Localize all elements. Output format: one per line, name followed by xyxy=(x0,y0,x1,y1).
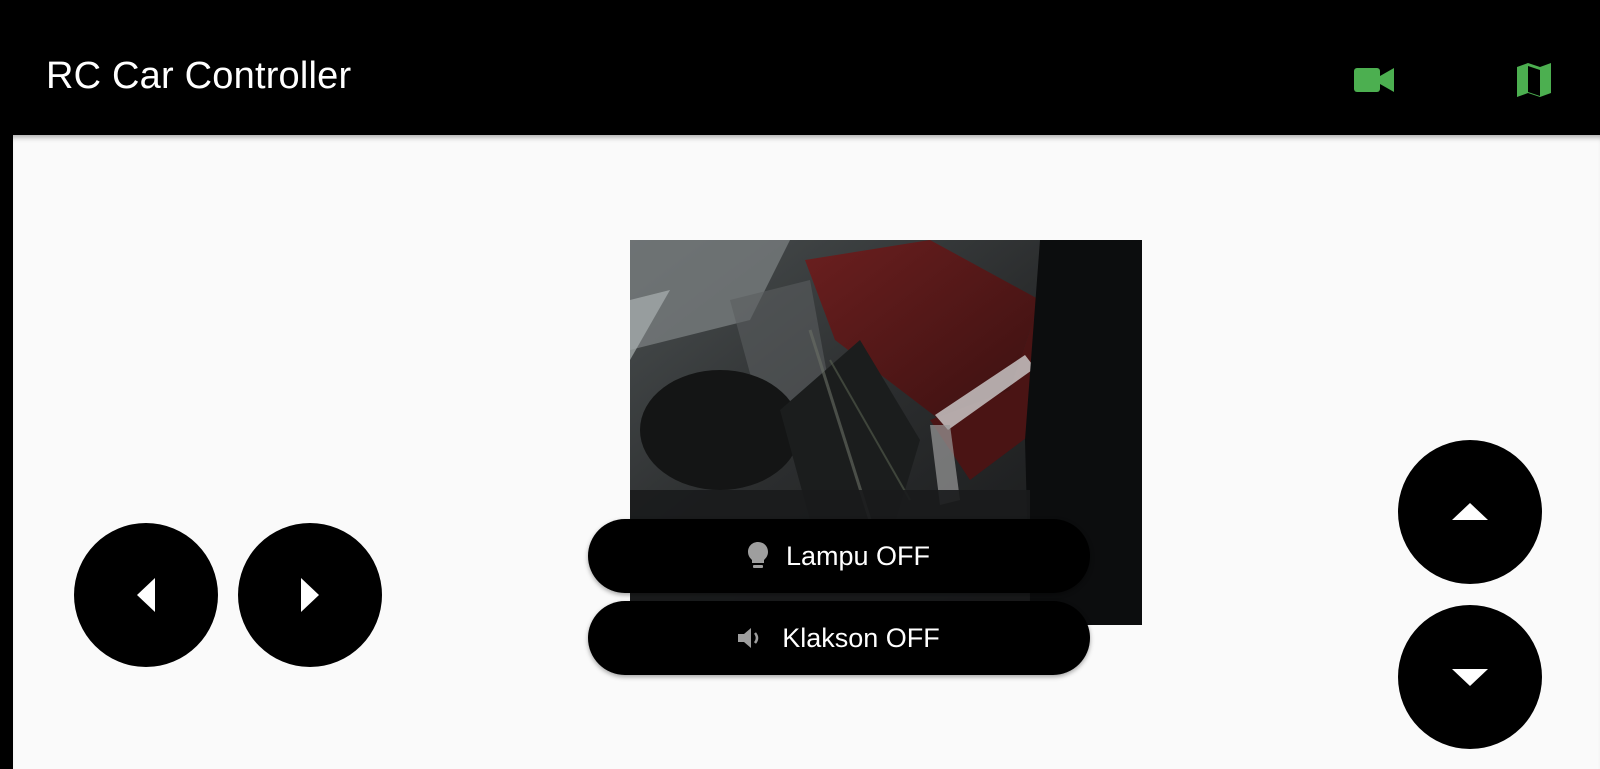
steer-right-button[interactable] xyxy=(238,523,382,667)
volume-icon xyxy=(738,626,764,650)
reverse-button[interactable] xyxy=(1398,605,1542,749)
arrow-up-icon xyxy=(1452,503,1488,520)
arrow-down-icon xyxy=(1452,669,1488,686)
horn-toggle-button[interactable]: Klakson OFF xyxy=(588,601,1090,675)
lamp-toggle-button[interactable]: Lampu OFF xyxy=(588,519,1090,593)
map-icon xyxy=(1517,63,1551,97)
app-title: RC Car Controller xyxy=(46,55,352,97)
steer-left-button[interactable] xyxy=(74,523,218,667)
arrow-right-icon xyxy=(301,578,319,612)
app-root: RC Car Controller Lampu OFF Klakson OFF xyxy=(0,0,1600,769)
app-bar: RC Car Controller xyxy=(0,0,1600,135)
forward-button[interactable] xyxy=(1398,440,1542,584)
lamp-toggle-label: Lampu OFF xyxy=(785,540,931,571)
lightbulb-icon xyxy=(747,542,768,570)
horn-toggle-label: Klakson OFF xyxy=(782,622,940,653)
videocam-button[interactable] xyxy=(1350,56,1398,104)
map-button[interactable] xyxy=(1510,56,1558,104)
videocam-icon xyxy=(1354,68,1394,92)
arrow-left-icon xyxy=(137,578,155,612)
